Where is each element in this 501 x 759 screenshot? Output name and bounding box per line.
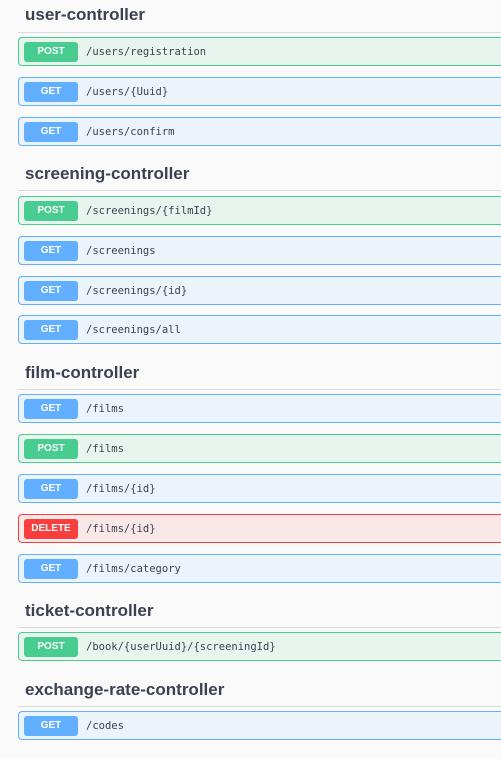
section-title-film-controller[interactable]: film-controller bbox=[25, 363, 139, 383]
operation-path: /users/{Uuid} bbox=[86, 85, 169, 98]
operation-post-screenings-filmid[interactable]: POST /screenings/{filmId} bbox=[18, 196, 501, 225]
operation-path: /screenings/all bbox=[86, 323, 181, 336]
method-badge: GET bbox=[24, 81, 78, 102]
section-divider bbox=[18, 627, 501, 628]
method-badge: GET bbox=[24, 280, 78, 301]
method-badge: GET bbox=[24, 558, 78, 579]
operation-path: /films/{id} bbox=[86, 482, 156, 495]
operation-path: /films/category bbox=[86, 562, 181, 575]
operation-path: /screenings bbox=[86, 244, 156, 257]
operation-get-users-confirm[interactable]: GET /users/confirm bbox=[18, 117, 501, 146]
operation-get-screenings[interactable]: GET /screenings bbox=[18, 236, 501, 265]
method-badge: GET bbox=[24, 398, 78, 419]
section-title-user-controller[interactable]: user-controller bbox=[25, 5, 145, 25]
section-title-ticket-controller[interactable]: ticket-controller bbox=[25, 601, 153, 621]
operation-path: /users/confirm bbox=[86, 125, 175, 138]
operation-get-films-id[interactable]: GET /films/{id} bbox=[18, 474, 501, 503]
operation-path: /codes bbox=[86, 719, 124, 732]
operation-path: /films/{id} bbox=[86, 522, 156, 535]
method-badge: GET bbox=[24, 319, 78, 340]
section-divider bbox=[18, 706, 501, 707]
method-badge: GET bbox=[24, 121, 78, 142]
method-badge: POST bbox=[24, 636, 78, 657]
operation-post-book[interactable]: POST /book/{userUuid}/{screeningId} bbox=[18, 632, 501, 661]
section-divider bbox=[18, 389, 501, 390]
operation-path: /screenings/{filmId} bbox=[86, 204, 213, 217]
method-badge: GET bbox=[24, 478, 78, 499]
method-badge: GET bbox=[24, 240, 78, 261]
method-badge: DELETE bbox=[24, 518, 78, 539]
operation-path: /films bbox=[86, 402, 124, 415]
method-badge: POST bbox=[24, 200, 78, 221]
method-badge: POST bbox=[24, 438, 78, 459]
operation-get-films[interactable]: GET /films bbox=[18, 394, 501, 423]
operation-get-users-uuid[interactable]: GET /users/{Uuid} bbox=[18, 77, 501, 106]
section-title-exchange-rate-controller[interactable]: exchange-rate-controller bbox=[25, 680, 224, 700]
operation-get-screenings-all[interactable]: GET /screenings/all bbox=[18, 315, 501, 344]
operation-path: /films bbox=[86, 442, 124, 455]
section-divider bbox=[18, 32, 501, 33]
section-title-screening-controller[interactable]: screening-controller bbox=[25, 164, 189, 184]
operation-get-films-category[interactable]: GET /films/category bbox=[18, 554, 501, 583]
operation-delete-films-id[interactable]: DELETE /films/{id} bbox=[18, 514, 501, 543]
method-badge: GET bbox=[24, 715, 78, 736]
operation-get-codes[interactable]: GET /codes bbox=[18, 711, 501, 740]
operation-post-films[interactable]: POST /films bbox=[18, 434, 501, 463]
method-badge: POST bbox=[24, 41, 78, 62]
operation-path: /book/{userUuid}/{screeningId} bbox=[86, 640, 276, 653]
operation-get-screenings-id[interactable]: GET /screenings/{id} bbox=[18, 276, 501, 305]
section-divider bbox=[18, 190, 501, 191]
operation-path: /users/registration bbox=[86, 45, 207, 58]
operation-path: /screenings/{id} bbox=[86, 284, 188, 297]
operation-post-users-registration[interactable]: POST /users/registration bbox=[18, 37, 501, 66]
